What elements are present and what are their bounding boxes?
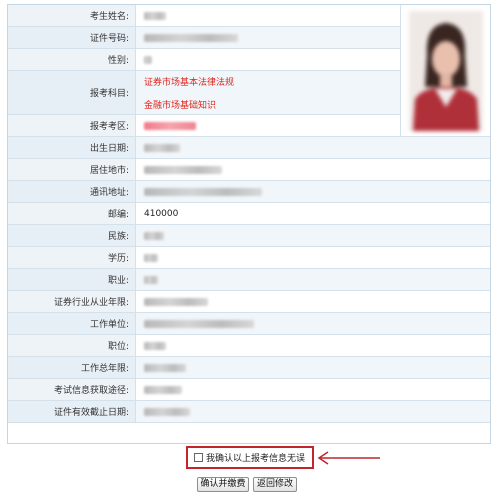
- row-industry-years: 证券行业从业年限:: [8, 291, 490, 313]
- label-id-expiry: 证件有效截止日期:: [8, 401, 136, 422]
- label-city: 居住地市:: [8, 159, 136, 180]
- label-gender: 性别:: [8, 49, 136, 70]
- value-subjects: 证券市场基本法律法规 金融市场基础知识: [136, 71, 400, 114]
- value-birth-date: [136, 137, 490, 158]
- label-education: 学历:: [8, 247, 136, 268]
- value-occupation: [136, 269, 490, 290]
- row-total-years: 工作总年限:: [8, 357, 490, 379]
- row-postcode: 邮编: 410000: [8, 203, 490, 225]
- redacted-occupation: [144, 275, 158, 284]
- redacted-education: [144, 253, 158, 262]
- confirm-label[interactable]: 我确认以上报考信息无误: [206, 451, 305, 464]
- value-id-expiry: [136, 401, 490, 422]
- row-address: 通讯地址:: [8, 181, 490, 203]
- return-to-edit-button[interactable]: 返回修改: [253, 477, 297, 492]
- redacted-exam-area: [144, 121, 196, 130]
- label-id-number: 证件号码:: [8, 27, 136, 48]
- redacted-employer: [144, 319, 254, 328]
- redacted-address: [144, 187, 262, 196]
- label-birth-date: 出生日期:: [8, 137, 136, 158]
- row-ethnicity: 民族:: [8, 225, 490, 247]
- redacted-city: [144, 165, 222, 174]
- photo-cell: [400, 5, 490, 137]
- value-industry-years: [136, 291, 490, 312]
- value-postcode: 410000: [144, 208, 179, 219]
- subject-1: 证券市场基本法律法规: [144, 77, 235, 88]
- label-industry-years: 证券行业从业年限:: [8, 291, 136, 312]
- confirm-highlight-box: 我确认以上报考信息无误: [186, 446, 314, 469]
- label-position: 职位:: [8, 335, 136, 356]
- redacted-info-source: [144, 385, 182, 394]
- value-education: [136, 247, 490, 268]
- row-name: 考生姓名:: [8, 5, 400, 27]
- row-position: 职位:: [8, 335, 490, 357]
- value-total-years: [136, 357, 490, 378]
- subject-2: 金融市场基础知识: [144, 100, 217, 111]
- value-name: [136, 5, 400, 26]
- redacted-position: [144, 341, 166, 350]
- row-id-number: 证件号码:: [8, 27, 400, 49]
- value-exam-area: [136, 115, 400, 136]
- row-subjects: 报考科目: 证券市场基本法律法规 金融市场基础知识: [8, 71, 400, 115]
- pointer-arrow-icon: [317, 451, 380, 465]
- label-postcode: 邮编:: [8, 203, 136, 224]
- value-gender: [136, 49, 400, 70]
- row-exam-area: 报考考区:: [8, 115, 400, 137]
- label-name: 考生姓名:: [8, 5, 136, 26]
- label-subjects: 报考科目:: [8, 71, 136, 114]
- confirm-and-pay-button[interactable]: 确认并缴费: [197, 477, 249, 492]
- row-occupation: 职业:: [8, 269, 490, 291]
- redacted-id-expiry: [144, 407, 190, 416]
- row-id-expiry: 证件有效截止日期:: [8, 401, 490, 423]
- row-education: 学历:: [8, 247, 490, 269]
- row-birth-date: 出生日期:: [8, 137, 490, 159]
- redacted-name: [144, 11, 166, 20]
- row-city: 居住地市:: [8, 159, 490, 181]
- row-employer: 工作单位:: [8, 313, 490, 335]
- value-position: [136, 335, 490, 356]
- row-gender: 性别:: [8, 49, 400, 71]
- redacted-gender: [144, 55, 152, 64]
- value-employer: [136, 313, 490, 334]
- label-exam-area: 报考考区:: [8, 115, 136, 136]
- label-ethnicity: 民族:: [8, 225, 136, 246]
- confirm-checkbox[interactable]: [194, 453, 203, 462]
- redacted-id-number: [144, 33, 238, 42]
- row-info-source: 考试信息获取途径:: [8, 379, 490, 401]
- value-city: [136, 159, 490, 180]
- value-info-source: [136, 379, 490, 400]
- value-id-number: [136, 27, 400, 48]
- redacted-industry-years: [144, 297, 208, 306]
- label-employer: 工作单位:: [8, 313, 136, 334]
- candidate-photo: [409, 11, 483, 131]
- label-address: 通讯地址:: [8, 181, 136, 202]
- label-info-source: 考试信息获取途径:: [8, 379, 136, 400]
- redacted-ethnicity: [144, 231, 164, 240]
- value-address: [136, 181, 490, 202]
- label-occupation: 职业:: [8, 269, 136, 290]
- registration-info-table: 考生姓名: 证件号码: 性别: 报考科目: 证券市场基本法律法规 金融市场基础知…: [7, 4, 491, 444]
- redacted-birth-date: [144, 143, 180, 152]
- label-total-years: 工作总年限:: [8, 357, 136, 378]
- value-ethnicity: [136, 225, 490, 246]
- redacted-total-years: [144, 363, 186, 372]
